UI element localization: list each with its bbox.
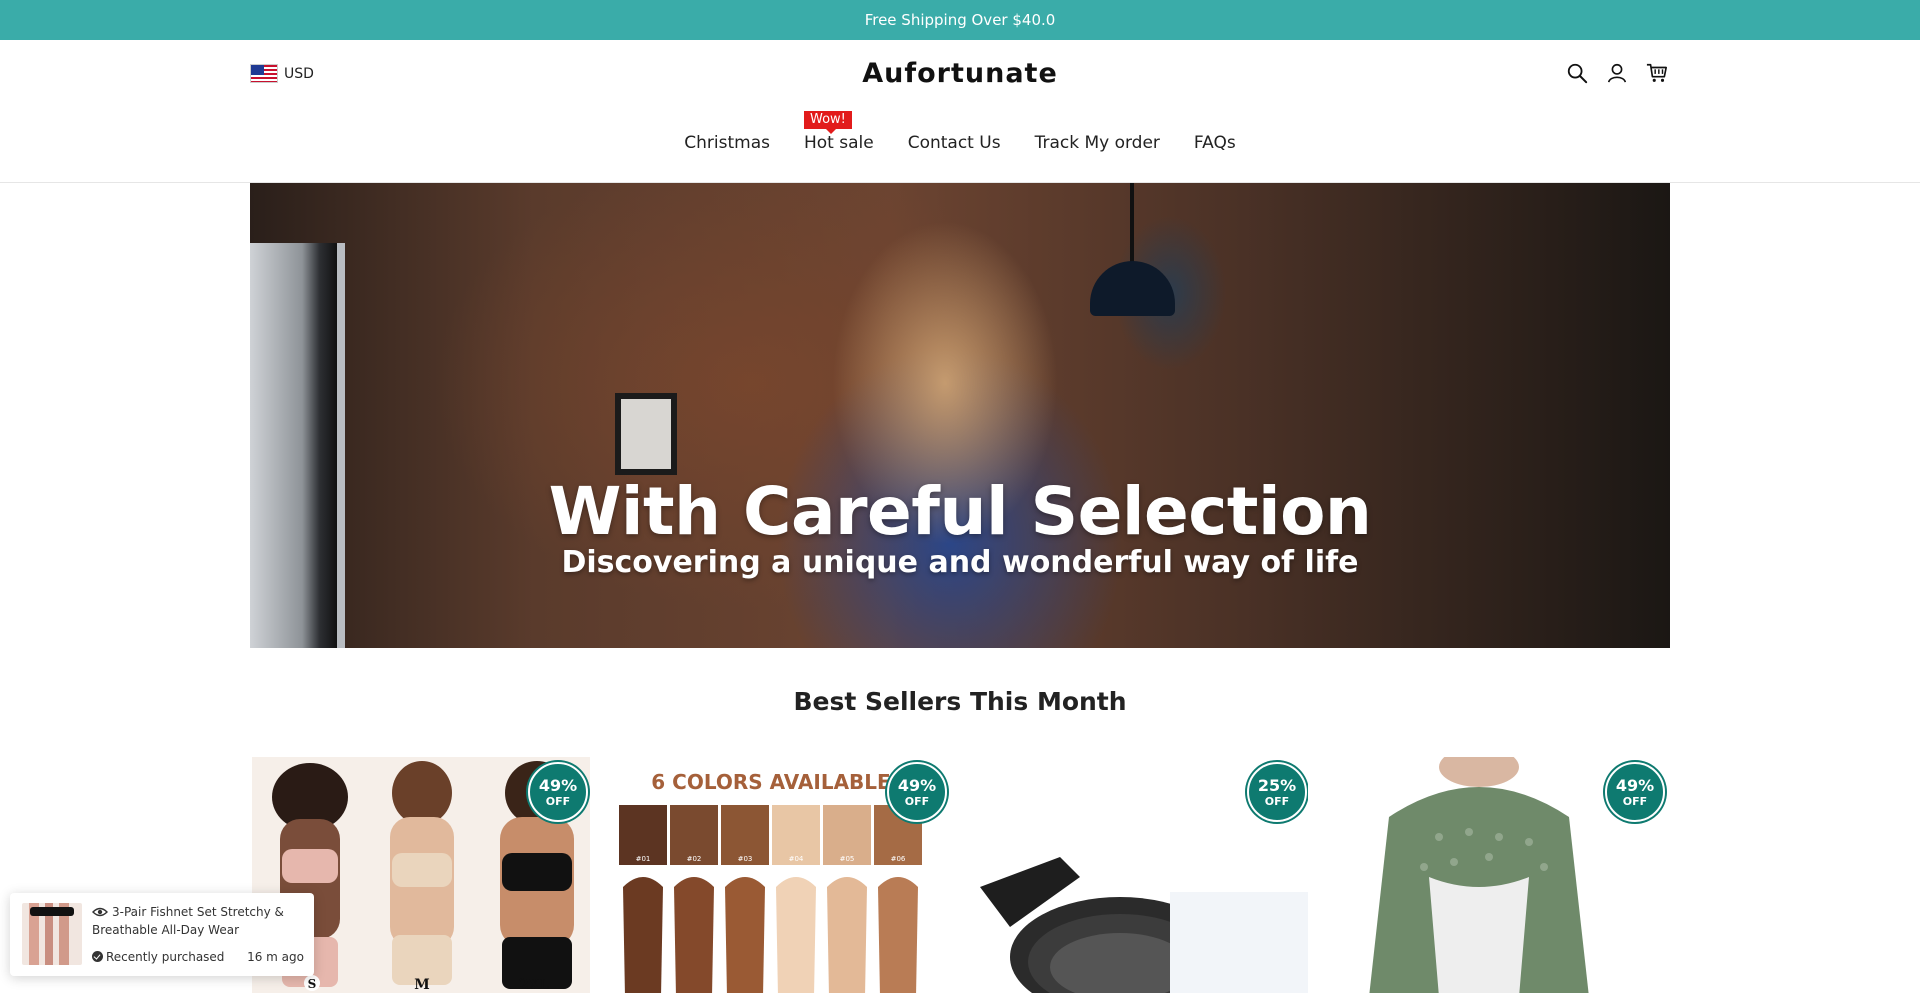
size-label: 2XL: [519, 977, 550, 993]
announcement-bar: Free Shipping Over $40.0: [0, 0, 1920, 40]
colors-available-text: 6 COLORS AVAILABLE: [651, 770, 890, 794]
cart-icon[interactable]: [1646, 62, 1668, 84]
hero-subtitle: Discovering a unique and wonderful way o…: [561, 545, 1359, 580]
nav-item-christmas[interactable]: Christmas: [667, 133, 787, 153]
product-card[interactable]: 25% OFF: [970, 757, 1308, 993]
hero-banner[interactable]: With Careful Selection Discovering a uni…: [250, 183, 1670, 648]
nav-item-contact-us[interactable]: Contact Us: [891, 133, 1018, 153]
toast-product-thumbnail: [22, 903, 82, 965]
header-icons: [1566, 62, 1668, 84]
shade-code: #04: [789, 855, 804, 863]
discount-badge: 49% OFF: [528, 762, 588, 822]
product-card[interactable]: 6 COLORS AVAILABLE #01 #02 #03 #04 #05 #…: [611, 757, 949, 993]
toast-title: 3-Pair Fishnet Set Stretchy & Breathable…: [92, 905, 284, 937]
search-icon[interactable]: [1566, 62, 1588, 84]
discount-badge: 49% OFF: [1605, 762, 1665, 822]
nav-item-track-order[interactable]: Track My order: [1018, 133, 1177, 153]
shade-code: #05: [840, 855, 855, 863]
hero-title: With Careful Selection: [548, 473, 1372, 550]
toast-time: 16 m ago: [247, 950, 304, 964]
announcement-text: Free Shipping Over $40.0: [864, 11, 1056, 29]
size-label: M: [414, 977, 430, 993]
site-header: USD Aufortunate Christmas Wow! Hot sale …: [0, 40, 1920, 183]
nav-item-hot-sale[interactable]: Wow! Hot sale: [787, 111, 891, 153]
product-grid: S M 2XL 49% OFF 6 COLORS AVAILABLE #01 #…: [252, 757, 1668, 993]
hero-lamp-cord: [1130, 183, 1134, 263]
best-sellers-title: Best Sellers This Month: [793, 687, 1127, 716]
hero-picture-frame: [615, 393, 677, 475]
shade-code: #03: [738, 855, 753, 863]
hero-lamp-shade: [1090, 261, 1175, 316]
toast-footer: Recently purchased 16 m ago: [92, 948, 304, 966]
size-label: S: [308, 977, 317, 991]
main-nav: Christmas Wow! Hot sale Contact Us Track…: [0, 111, 1920, 153]
toast-status: Recently purchased: [92, 948, 224, 966]
shade-code: #02: [687, 855, 702, 863]
shade-code: #01: [636, 855, 651, 863]
account-icon[interactable]: [1606, 62, 1628, 84]
recent-purchase-popup[interactable]: 3-Pair Fishnet Set Stretchy & Breathable…: [10, 893, 314, 976]
eye-icon: [92, 907, 108, 917]
check-circle-icon: [92, 951, 103, 962]
product-card[interactable]: 49% OFF: [1329, 757, 1667, 993]
nav-item-faqs[interactable]: FAQs: [1177, 133, 1253, 153]
shade-code: #06: [891, 855, 906, 863]
discount-badge: 49% OFF: [887, 762, 947, 822]
hero-door-image: [250, 243, 345, 648]
wow-badge: Wow!: [803, 111, 852, 134]
toast-body: 3-Pair Fishnet Set Stretchy & Breathable…: [92, 903, 304, 966]
discount-badge: 25% OFF: [1247, 762, 1307, 822]
